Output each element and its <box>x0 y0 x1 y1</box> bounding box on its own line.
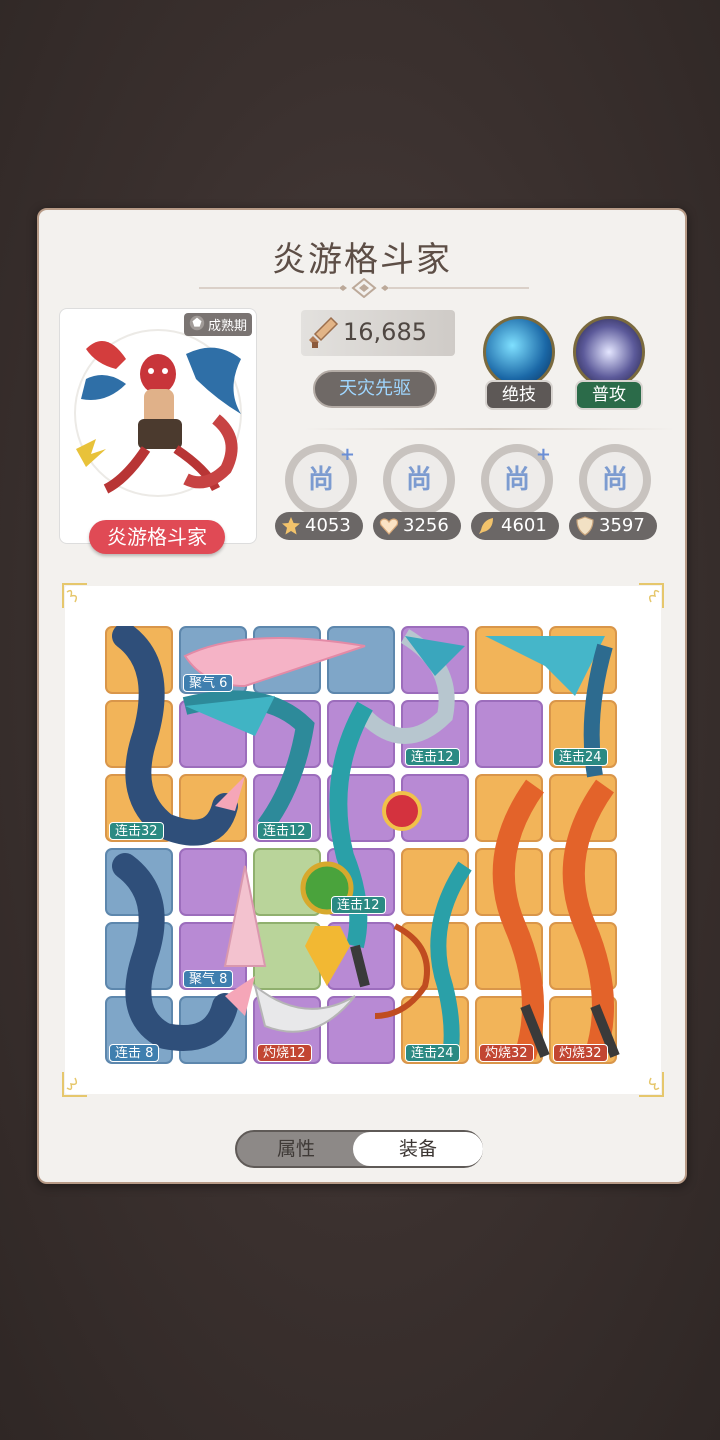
view-toggle: 属性 装备 <box>235 1130 483 1168</box>
grid-cell[interactable] <box>179 774 247 842</box>
effect-tag: 连击12 <box>405 748 460 766</box>
heart-icon <box>379 518 399 535</box>
corner-ornament-icon <box>639 1072 664 1097</box>
shield-icon <box>576 516 594 536</box>
effect-tag: 灼烧12 <box>257 1044 312 1062</box>
rank-badge-2[interactable]: 尚 <box>383 444 455 516</box>
effect-tag: 连击24 <box>405 1044 460 1062</box>
growth-stage-label: 成熟期 <box>207 319 247 334</box>
grid-cell[interactable] <box>475 774 543 842</box>
grid-cell[interactable] <box>401 626 469 694</box>
effect-tag: 连击12 <box>257 822 312 840</box>
grid-cell[interactable] <box>253 626 321 694</box>
rank-plus: + <box>535 444 551 465</box>
grid-cell[interactable] <box>327 996 395 1064</box>
effect-tag: 聚气 8 <box>183 970 234 988</box>
grid-cell[interactable] <box>401 922 469 990</box>
grid-cell[interactable] <box>549 774 617 842</box>
effect-tag: 连击24 <box>553 748 608 766</box>
grid-cell[interactable] <box>327 774 395 842</box>
grid-cell[interactable] <box>105 626 173 694</box>
stat-value: 3256 <box>403 515 449 536</box>
grid-cell[interactable] <box>105 848 173 916</box>
effect-tag: 灼烧32 <box>553 1044 608 1062</box>
grid-cell[interactable] <box>327 922 395 990</box>
grid-cell[interactable] <box>179 700 247 768</box>
character-panel: 炎游格斗家 成熟期 炎游格斗家 16,685 天灾先驱 绝技 普攻 尚 + 尚 … <box>37 208 687 1184</box>
stat-speed: 4601 <box>471 512 559 540</box>
grid-cell[interactable] <box>549 848 617 916</box>
rank-badge-1[interactable]: 尚 + <box>285 444 357 516</box>
grid-cell[interactable] <box>475 700 543 768</box>
stats-divider <box>305 428 675 430</box>
grid-cell[interactable] <box>105 922 173 990</box>
grid-cell[interactable] <box>549 922 617 990</box>
grid-cell[interactable] <box>253 700 321 768</box>
title-divider <box>199 278 529 298</box>
grid-cell[interactable] <box>401 848 469 916</box>
corner-ornament-icon <box>62 583 87 608</box>
ultimate-skill-button[interactable]: 绝技 <box>479 316 559 416</box>
grid-cell[interactable] <box>253 922 321 990</box>
feather-icon <box>479 518 493 534</box>
rank-plus: + <box>339 444 355 465</box>
grid-cell[interactable] <box>475 848 543 916</box>
grid-cell[interactable] <box>327 700 395 768</box>
ultimate-skill-label: 绝技 <box>485 380 553 410</box>
grid-cell[interactable] <box>105 700 173 768</box>
tab-attributes[interactable]: 属性 <box>237 1132 355 1166</box>
grid-cell[interactable] <box>475 626 543 694</box>
grid-cell[interactable] <box>549 626 617 694</box>
character-portrait-card[interactable]: 成熟期 <box>59 308 257 544</box>
tab-equipment[interactable]: 装备 <box>353 1132 483 1166</box>
character-name-badge: 炎游格斗家 <box>89 520 225 554</box>
combat-power-box: 16,685 <box>301 310 455 356</box>
title-tag[interactable]: 天灾先驱 <box>313 370 437 408</box>
dragon-fighter-portrait <box>76 341 241 494</box>
water-swirl-icon <box>483 316 555 388</box>
star-icon <box>282 517 300 535</box>
rank-badge-3[interactable]: 尚 + <box>481 444 553 516</box>
effect-tag: 灼烧32 <box>479 1044 534 1062</box>
grid-cell[interactable] <box>475 922 543 990</box>
rank-glyph: 尚 <box>391 452 447 508</box>
grid-cell[interactable] <box>179 848 247 916</box>
stat-value: 3597 <box>599 515 645 536</box>
stat-defense: 3597 <box>569 512 657 540</box>
stat-value: 4053 <box>305 515 351 536</box>
equipment-board: 聚气 6 连击12 连击24 连击32 连击12 连击12 聚气 8 连击 8 … <box>62 583 664 1097</box>
grid-cell[interactable] <box>327 626 395 694</box>
corner-ornament-icon <box>62 1072 87 1097</box>
stat-health: 3256 <box>373 512 461 540</box>
corner-ornament-icon <box>639 583 664 608</box>
grid-cell[interactable] <box>179 996 247 1064</box>
stat-value: 4601 <box>501 515 547 536</box>
page-title: 炎游格斗家 <box>272 240 452 280</box>
stat-attack: 4053 <box>275 512 363 540</box>
dragon-head-icon <box>189 315 205 331</box>
grid-cell[interactable] <box>253 848 321 916</box>
combat-power-value: 16,685 <box>343 318 427 346</box>
effect-tag: 连击12 <box>331 896 386 914</box>
basic-attack-button[interactable]: 普攻 <box>569 316 649 416</box>
effect-tag: 聚气 6 <box>183 674 234 692</box>
rank-glyph: 尚 <box>587 452 643 508</box>
grid-cell[interactable] <box>401 774 469 842</box>
rank-badge-4[interactable]: 尚 <box>579 444 651 516</box>
growth-stage-badge: 成熟期 <box>183 313 252 336</box>
effect-tag: 连击32 <box>109 822 164 840</box>
claw-slash-icon <box>573 316 645 388</box>
sword-icon <box>309 316 339 348</box>
basic-attack-label: 普攻 <box>575 380 643 410</box>
effect-tag: 连击 8 <box>109 1044 160 1062</box>
